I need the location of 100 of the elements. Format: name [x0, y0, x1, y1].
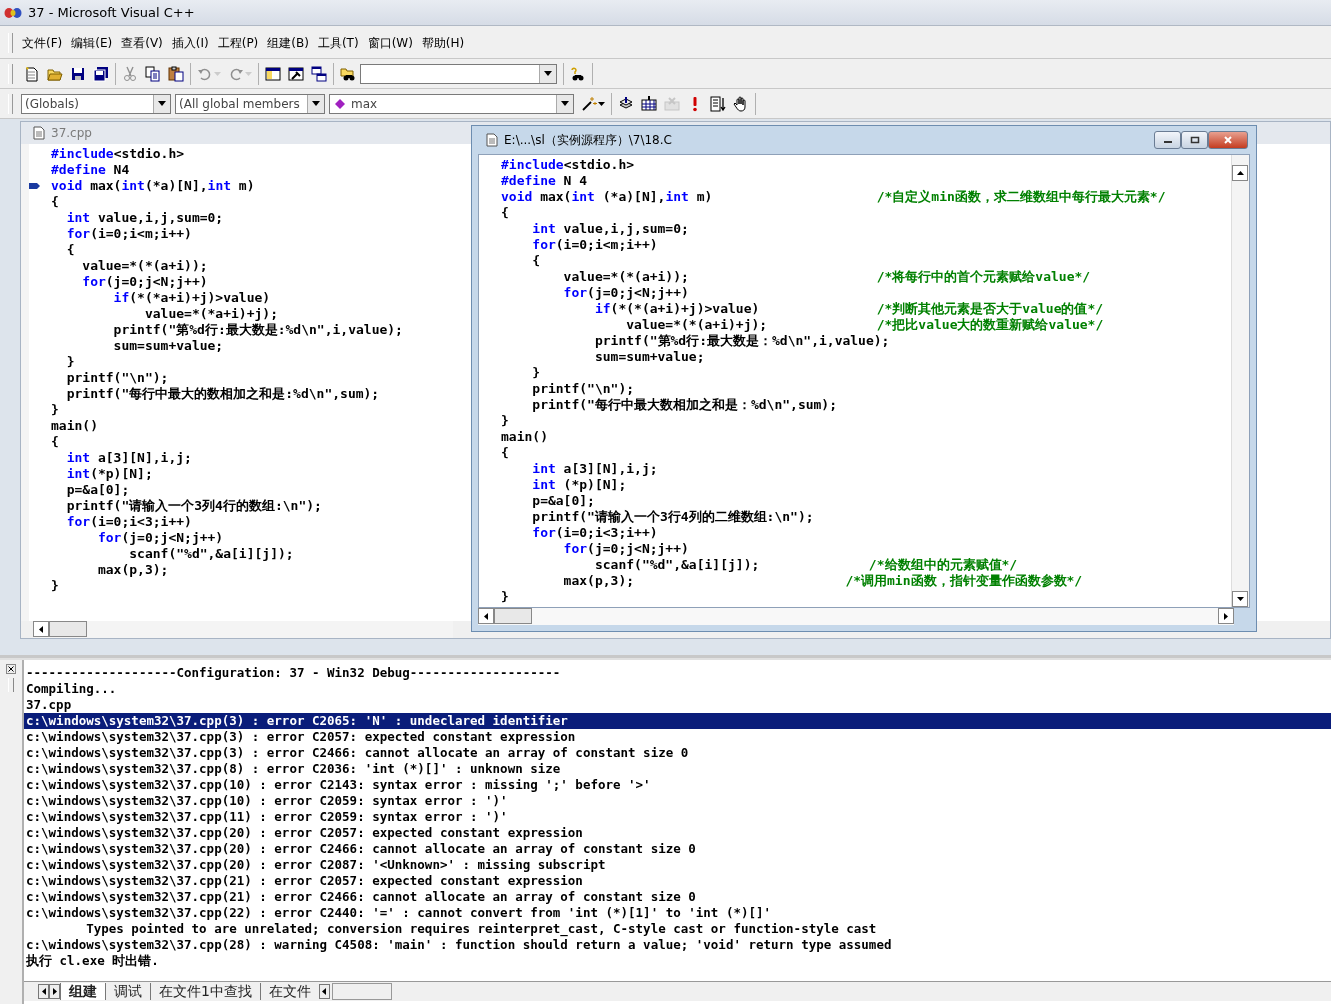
output-line[interactable]: c:\windows\system32\37.cpp(10) : error C2059: syntax error : ')' — [24, 793, 1331, 809]
output-line[interactable]: Compiling... — [24, 681, 1331, 697]
output-line[interactable]: c:\windows\system32\37.cpp(11) : error C2059: syntax error : ')' — [24, 809, 1331, 825]
code-line: scanf("%d",&a[i][j]); /*给数组中的元素赋值*/ — [593, 557, 1018, 573]
down-arrow-icon[interactable] — [1236, 597, 1244, 601]
window-list-icon[interactable] — [311, 65, 327, 82]
copy-icon[interactable] — [145, 65, 161, 82]
output-tab[interactable]: 调试 — [105, 983, 150, 1000]
caret-icon[interactable] — [544, 71, 552, 76]
scroll-right-button[interactable] — [49, 984, 60, 999]
close-button[interactable] — [1208, 131, 1248, 149]
output-line[interactable]: c:\windows\system32\37.cpp(20) : error C2087: '<Unknown>' : missing subscript — [24, 857, 1331, 873]
left-arrow-icon[interactable] — [322, 988, 327, 995]
output-window-icon[interactable] — [288, 65, 304, 82]
caret-icon[interactable] — [561, 101, 569, 106]
menu-item[interactable]: 帮助(H) — [417, 34, 470, 52]
step-icon[interactable] — [710, 95, 726, 112]
dropdown-field[interactable] — [360, 63, 557, 84]
dropdown-field[interactable]: max — [329, 93, 574, 114]
code-line: printf("每行中最大数相加之和是：%d\n",sum); — [531, 397, 837, 413]
code-line: sum=sum+value; — [593, 349, 705, 365]
workspace-icon[interactable] — [265, 65, 281, 82]
horizontal-scrollbar[interactable] — [478, 608, 1234, 625]
code-line: { — [531, 253, 541, 269]
document-icon — [486, 133, 498, 147]
scroll-left-button[interactable] — [318, 984, 330, 999]
code-line: for(i=0;i<3;i++) — [531, 525, 658, 541]
output-tab[interactable]: 在文件 — [259, 983, 319, 1000]
code-line: value=*(*(a+i)+j); /*把比value大的数重新赋给value*/ — [625, 317, 1104, 333]
menu-item[interactable]: 插入(I) — [167, 34, 214, 52]
output-tab[interactable]: 组建 — [60, 983, 105, 1000]
output-line[interactable]: c:\windows\system32\37.cpp(10) : error C2143: syntax error : missing ';' before '>' — [24, 777, 1331, 793]
wand-icon[interactable] — [581, 95, 597, 112]
output-line[interactable]: 执行 cl.exe 时出错. — [24, 953, 1331, 969]
output-line[interactable]: c:\windows\system32\37.cpp(8) : error C2036: 'int (*)[]' : unknown size — [24, 761, 1331, 777]
code-line: #define N4 — [51, 162, 130, 178]
output-line[interactable]: 37.cpp — [24, 697, 1331, 713]
left-arrow-icon[interactable] — [484, 612, 488, 620]
output-line[interactable]: --------------------Configuration: 37 - Win32 Debug-------------------- — [24, 665, 1331, 681]
menu-item[interactable]: 工程(P) — [213, 34, 264, 52]
scrollbar-thumb[interactable] — [49, 621, 87, 637]
caret-icon[interactable] — [598, 101, 605, 106]
left-arrow-icon[interactable] — [39, 625, 43, 633]
save-all-icon[interactable] — [93, 65, 109, 82]
minimize-button[interactable] — [1154, 131, 1181, 149]
menu-item[interactable]: 组建(B) — [263, 34, 314, 52]
output-line[interactable]: c:\windows\system32\37.cpp(21) : error C2466: cannot allocate an array of constant size 0 — [24, 889, 1331, 905]
right-arrow-icon[interactable] — [1224, 612, 1228, 620]
menu-item[interactable]: 查看(V) — [117, 34, 168, 52]
code-line: { — [51, 194, 59, 210]
output-line[interactable]: c:\windows\system32\37.cpp(20) : error C2466: cannot allocate an array of constant size 0 — [24, 841, 1331, 857]
code-line: p=&a[0]; — [65, 482, 130, 498]
code-line: void max(int (*a)[N],int m) /*自定义min函数，求二维数组中每行最大元素*/ — [501, 189, 1166, 205]
maximize-icon[interactable] — [1189, 136, 1200, 144]
save-icon[interactable] — [70, 65, 86, 82]
output-line[interactable]: c:\windows\system32\37.cpp(20) : error C2057: expected constant expression — [24, 825, 1331, 841]
hand-icon[interactable] — [733, 95, 749, 112]
code-line: for(j=0;j<N;j++) — [562, 541, 689, 557]
maximize-button[interactable] — [1181, 131, 1208, 149]
code-line: max(p,3); /*调用min函数，指针变量作函数参数*/ — [562, 573, 1083, 589]
output-line[interactable]: Types pointed to are unrelated; conversion requires reinterpret_cast, C-style cast or function-style cast — [24, 921, 1331, 937]
code-line: } — [531, 365, 541, 381]
left-arrow-icon[interactable] — [41, 988, 46, 995]
output-line[interactable]: c:\windows\system32\37.cpp(3) : error C2057: expected constant expression — [24, 729, 1331, 745]
menu-item[interactable]: 窗口(W) — [363, 34, 418, 52]
code-line: for(j=0;j<N;j++) — [562, 285, 689, 301]
output-tab[interactable]: 在文件1中查找 — [150, 983, 260, 1000]
build-icon[interactable] — [641, 95, 657, 112]
caret-icon[interactable] — [312, 101, 320, 106]
paste-icon[interactable] — [168, 65, 184, 82]
close-icon[interactable] — [6, 664, 16, 674]
output-line[interactable]: c:\windows\system32\37.cpp(3) : error C2466: cannot allocate an array of constant size 0 — [24, 745, 1331, 761]
infinity-logo-icon — [4, 5, 22, 20]
dropdown-field[interactable]: (All global members — [175, 93, 325, 114]
scrollbar-thumb[interactable] — [494, 608, 532, 624]
horizontal-scrollbar[interactable] — [33, 621, 453, 638]
menu-item[interactable]: 工具(T) — [313, 34, 364, 52]
output-line[interactable]: c:\windows\system32\37.cpp(28) : warning C4508: 'main' : function should return a value; 'void' return type assumed — [24, 937, 1331, 953]
code-line: printf("\n"); — [65, 370, 169, 386]
find-in-files-icon[interactable] — [340, 65, 356, 82]
up-arrow-icon[interactable] — [1236, 171, 1244, 175]
caret-icon[interactable] — [158, 101, 166, 106]
dropdown-field[interactable]: (Globals) — [21, 93, 171, 114]
vertical-scrollbar[interactable] — [1231, 155, 1249, 607]
scroll-left-button[interactable] — [38, 984, 49, 999]
new-file-icon[interactable] — [24, 65, 40, 82]
code-line: int value,i,j,sum=0; — [65, 210, 224, 226]
code-line: if(*(*a+i)+j)>value) — [112, 290, 271, 306]
help-binoculars-icon[interactable] — [570, 65, 586, 82]
output-line[interactable]: c:\windows\system32\37.cpp(22) : error C2440: '=' : cannot convert from 'int (*)[1]' to 'int (*)[]' — [24, 905, 1331, 921]
code-line: printf("请输入一个3列4行的数组:\n"); — [65, 498, 322, 514]
code-line: sum=sum+value; — [112, 338, 224, 354]
code-line: int a[3][N],i,j; — [531, 461, 658, 477]
code-line: value=*(*(a+i)); — [81, 258, 208, 274]
menu-item[interactable]: 文件(F) — [18, 34, 68, 52]
menu-item[interactable]: 编辑(E) — [67, 34, 118, 52]
code-line: { — [501, 445, 509, 461]
output-line[interactable]: c:\windows\system32\37.cpp(21) : error C2057: expected constant expression — [24, 873, 1331, 889]
window-title: 37 - Microsoft Visual C++ — [28, 5, 195, 20]
right-arrow-icon[interactable] — [52, 988, 57, 995]
